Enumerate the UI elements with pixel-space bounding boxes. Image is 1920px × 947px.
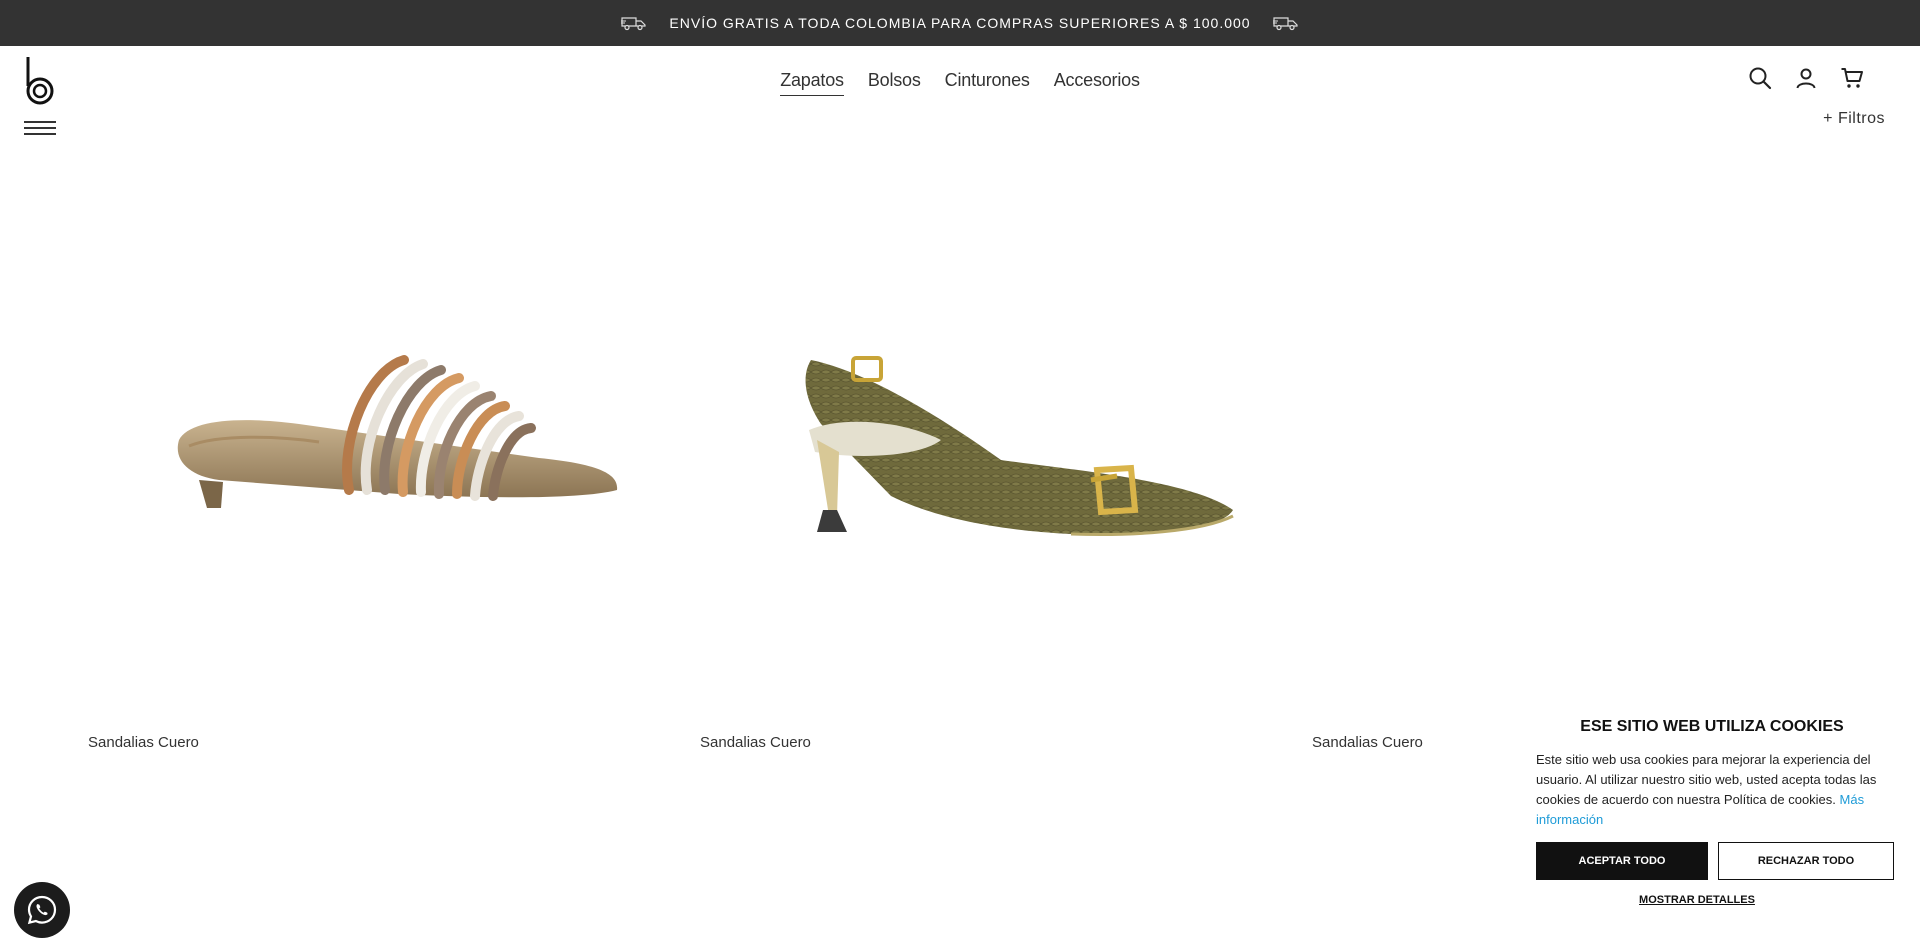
cookie-buttons: ACEPTAR TODO RECHAZAR TODO (1536, 842, 1904, 880)
truck-icon (1272, 15, 1299, 31)
product-image-olive-slingback[interactable] (700, 150, 1312, 720)
hamburger-icon[interactable] (24, 121, 56, 135)
product-name[interactable]: Sandalias Cuero (1312, 734, 1423, 751)
show-details-link[interactable]: MOSTRAR DETALLES (1490, 894, 1904, 906)
main-nav: Zapatos Bolsos Cinturones Accesorios (0, 70, 1920, 96)
whatsapp-icon[interactable] (14, 882, 70, 938)
product-card: Sandalias Cuero (88, 150, 700, 751)
announcement-bar: ENVÍO GRATIS A TODA COLOMBIA PARA COMPRA… (0, 0, 1920, 46)
user-icon[interactable] (1794, 66, 1818, 90)
cookie-text: Este sitio web usa cookies para mejorar … (1536, 750, 1898, 830)
product-card: Sandalias Cuero (1312, 150, 1920, 751)
accept-all-button[interactable]: ACEPTAR TODO (1536, 842, 1708, 880)
cookie-banner: ESE SITIO WEB UTILIZA COOKIES Este sitio… (1504, 700, 1920, 947)
nav-item-zapatos[interactable]: Zapatos (780, 70, 844, 96)
header-actions (1748, 66, 1864, 90)
cookie-title: ESE SITIO WEB UTILIZA COOKIES (1580, 718, 1844, 735)
product-image-placeholder[interactable] (1312, 150, 1920, 720)
nav-item-bolsos[interactable]: Bolsos (868, 70, 921, 94)
nav-item-accesorios[interactable]: Accesorios (1054, 70, 1140, 94)
cookie-body: Este sitio web usa cookies para mejorar … (1536, 752, 1877, 807)
announcement-text: ENVÍO GRATIS A TODA COLOMBIA PARA COMPRA… (669, 15, 1251, 31)
filters-toggle[interactable]: + Filtros (1823, 110, 1885, 128)
nav-item-cinturones[interactable]: Cinturones (945, 70, 1030, 94)
product-name[interactable]: Sandalias Cuero (88, 734, 199, 751)
reject-all-button[interactable]: RECHAZAR TODO (1718, 842, 1894, 880)
search-icon[interactable] (1748, 66, 1772, 90)
truck-icon (621, 15, 647, 31)
product-name[interactable]: Sandalias Cuero (700, 734, 811, 751)
product-image-metallic-sandal[interactable] (88, 150, 700, 720)
cart-icon[interactable] (1840, 66, 1864, 90)
product-card: Sandalias Cuero (700, 150, 1312, 751)
